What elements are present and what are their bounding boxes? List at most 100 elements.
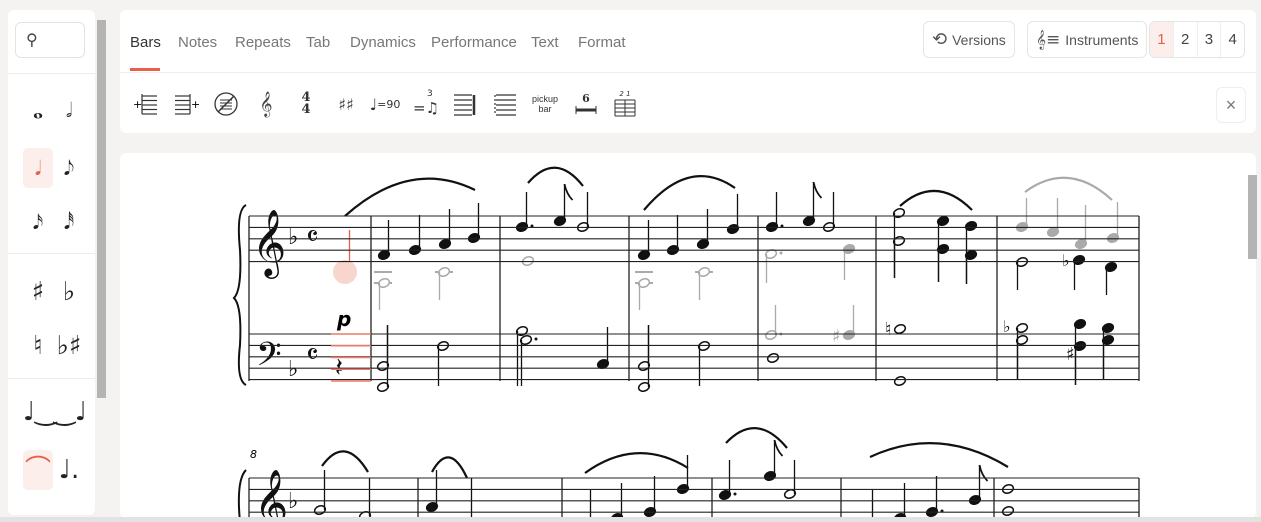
tie-before-icon[interactable]: ‿♩ (54, 392, 87, 432)
score-svg: ♯♯♮♭♭𝄽𝄴𝄴♭♭♭𝄞𝄢𝄞 p 8 (232, 166, 1140, 518)
dotted-note-icon[interactable]: ♩. (54, 450, 84, 490)
thirty-second-note-icon[interactable]: 𝅘𝅥𝅰 (54, 202, 84, 242)
page-selector: 1 2 3 4 (1149, 21, 1245, 58)
tab-format[interactable]: Format (578, 34, 626, 51)
treble-clef: 𝄞 (254, 468, 288, 518)
sharp-accidental: ♯ (1066, 344, 1075, 365)
note-flag[interactable] (978, 464, 989, 482)
half-note-icon[interactable]: 𝅗𝅥 (54, 90, 84, 130)
note-head[interactable] (1001, 505, 1015, 516)
search-icon: ⚲ (26, 32, 38, 49)
slur (344, 177, 476, 217)
tab-performance[interactable]: Performance (431, 34, 517, 51)
page-3-button[interactable]: 3 (1196, 22, 1221, 57)
treble-clef: 𝄞 (252, 208, 286, 279)
key-flat: ♭ (288, 489, 298, 514)
history-icon: ⟲ (932, 29, 948, 49)
bass-clef: 𝄢 (256, 336, 282, 382)
eighth-note-icon[interactable]: 𝅘𝅥𝅮 (54, 148, 84, 188)
pickup-bar-button[interactable]: pickup bar (530, 88, 560, 120)
sharp-accidental: ♯ (832, 326, 841, 347)
note-dot[interactable] (779, 251, 783, 255)
flat-icon[interactable]: ♭ (54, 272, 84, 312)
note-dot[interactable] (534, 337, 538, 341)
natural-icon[interactable]: ♮ (23, 326, 53, 366)
page-2-button[interactable]: 2 (1172, 22, 1197, 57)
score-scrollbar[interactable] (1248, 175, 1257, 259)
tab-notes[interactable]: Notes (178, 34, 217, 51)
key-flat: ♭ (288, 357, 298, 382)
tab-text[interactable]: Text (531, 34, 559, 51)
note-palette: ⚲ 𝅝 𝅗𝅥 𝅘𝅥 𝅘𝅥𝅮 𝅘𝅥𝅯 𝅘𝅥𝅰 ♯ ♭ ♮ ♭♯ ♩‿ ‿♩ ⌒ ♩. (8, 10, 95, 515)
clef-icon[interactable]: 𝄞 (253, 88, 279, 120)
svg-text:+: + (191, 98, 199, 111)
note-flag[interactable] (812, 181, 823, 199)
tab-tab[interactable]: Tab (306, 34, 330, 51)
toolbar-panel: Bars Notes Repeats Tab Dynamics Performance Te… (120, 10, 1256, 133)
key-flat: ♭ (288, 225, 298, 250)
slur-icon[interactable]: ⌒ (23, 450, 53, 490)
note-flag[interactable] (563, 183, 574, 201)
tuplet-icon[interactable]: 3 =♫ (413, 88, 439, 120)
slur (643, 175, 736, 211)
slur (584, 452, 689, 474)
common-time: 𝄴 (306, 338, 319, 371)
sixteenth-note-icon[interactable]: 𝅘𝅥𝅯 (23, 202, 53, 242)
palette-scrollbar[interactable] (97, 20, 106, 398)
note-head[interactable] (893, 375, 907, 386)
slur (431, 456, 468, 479)
whole-note-icon[interactable]: 𝅝 (23, 90, 53, 130)
sharp-icon[interactable]: ♯ (23, 272, 53, 312)
volta-endings-icon[interactable]: 2 1 (612, 88, 638, 120)
slur (869, 442, 1009, 468)
divider (120, 72, 1256, 73)
natural-accidental: ♮ (885, 319, 891, 340)
divider (8, 73, 95, 74)
slur (725, 427, 788, 449)
slur (1024, 176, 1113, 201)
score-canvas[interactable]: ♯♯♮♭♭𝄽𝄴𝄴♭♭♭𝄞𝄢𝄞 p 8 (120, 153, 1256, 518)
tab-repeats[interactable]: Repeats (235, 34, 291, 51)
tab-dynamics[interactable]: Dynamics (350, 34, 416, 51)
note-head[interactable] (521, 255, 535, 266)
tempo-icon[interactable]: ♩ =90 (370, 88, 401, 120)
note-head[interactable] (893, 323, 907, 334)
add-bar-after-icon[interactable]: + (172, 88, 200, 120)
versions-button[interactable]: ⟲ Versions (923, 21, 1015, 58)
brace (232, 204, 247, 386)
brace (237, 469, 247, 518)
flat-sharp-icon[interactable]: ♭♯ (54, 326, 84, 366)
page-4-button[interactable]: 4 (1220, 22, 1244, 57)
key-signature-icon[interactable]: ♯♯ (334, 88, 358, 120)
divider (8, 253, 95, 254)
time-signature-icon[interactable]: 44 (295, 88, 317, 120)
quarter-note-icon[interactable]: 𝅘𝅥 (23, 148, 53, 188)
flat-accidental: ♭ (1062, 251, 1070, 270)
multi-rest-icon[interactable]: 6 (574, 88, 598, 120)
slur (321, 450, 369, 473)
note-dot[interactable] (733, 492, 737, 496)
delete-bar-icon[interactable] (212, 88, 240, 120)
add-bar-before-icon[interactable]: + (132, 88, 160, 120)
instruments-button[interactable]: 𝄞≡ Instruments (1027, 21, 1148, 58)
close-toolbar-button[interactable]: × (1216, 87, 1246, 123)
selection-halo (333, 260, 357, 284)
page-1-button[interactable]: 1 (1150, 22, 1173, 57)
dashed-barline-icon[interactable] (492, 88, 518, 120)
instruments-icon: 𝄞≡ (1036, 29, 1061, 50)
dynamic-marking[interactable]: p (336, 307, 351, 331)
palette-search-input[interactable]: ⚲ (15, 22, 85, 58)
slur (899, 189, 973, 211)
status-bar (0, 517, 1261, 522)
flat-accidental: ♭ (1003, 317, 1011, 336)
svg-text:+: + (133, 98, 142, 111)
common-time: 𝄴 (306, 220, 319, 253)
divider (8, 378, 95, 379)
tab-bars[interactable]: Bars (130, 34, 161, 51)
note-head[interactable] (766, 352, 780, 363)
tie-after-icon[interactable]: ♩‿ (23, 392, 56, 432)
slur (527, 166, 584, 187)
final-barline-icon[interactable] (452, 88, 478, 120)
active-tab-indicator (130, 68, 160, 71)
measure-number: 8 (250, 448, 257, 461)
